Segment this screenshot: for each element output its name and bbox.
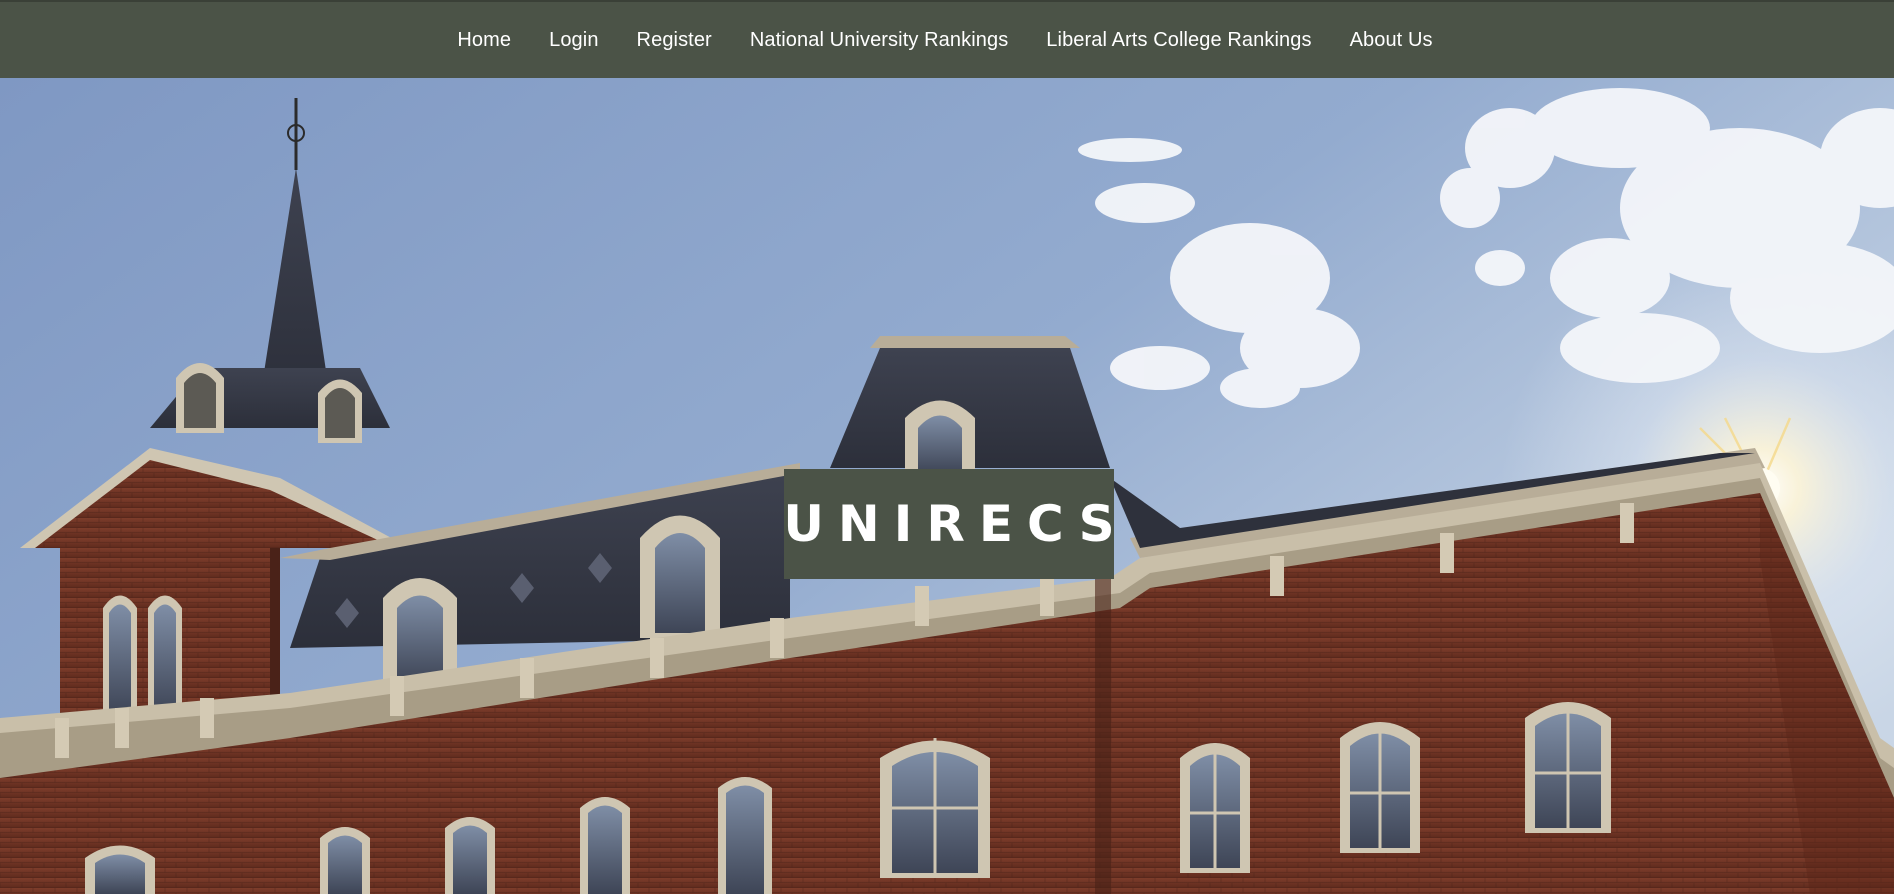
nav-national-rankings-link[interactable]: National University Rankings (750, 29, 1008, 52)
site-title-box: UNIRECS (783, 469, 1115, 579)
nav-register-link[interactable]: Register (637, 29, 712, 52)
top-navbar: Home Login Register National University … (0, 0, 1894, 78)
site-title: UNIRECS (783, 495, 1129, 553)
hero-section: UNIRECS (0, 78, 1894, 894)
nav-login-link[interactable]: Login (549, 29, 598, 52)
nav-home-link[interactable]: Home (457, 29, 511, 52)
nav-liberal-arts-rankings-link[interactable]: Liberal Arts College Rankings (1046, 29, 1311, 52)
nav-about-link[interactable]: About Us (1350, 29, 1433, 52)
nav-menu: Home Login Register National University … (457, 29, 1432, 52)
